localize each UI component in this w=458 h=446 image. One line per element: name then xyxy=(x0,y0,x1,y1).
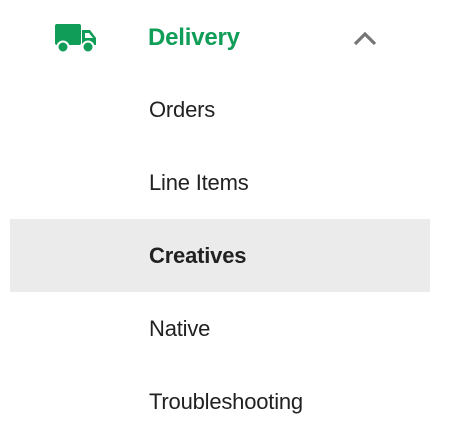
delivery-nav-menu: Delivery Orders Line Items Creatives Nat… xyxy=(0,0,458,446)
nav-item-creatives[interactable]: Creatives xyxy=(10,219,430,292)
chevron-up-icon[interactable] xyxy=(352,28,378,48)
nav-item-label: Line Items xyxy=(149,170,249,195)
nav-item-label: Creatives xyxy=(149,243,247,268)
nav-item-label: Orders xyxy=(149,97,216,122)
nav-item-label: Troubleshooting xyxy=(149,389,303,414)
nav-item-troubleshooting[interactable]: Troubleshooting xyxy=(10,365,430,438)
delivery-truck-icon xyxy=(55,24,96,54)
nav-item-orders[interactable]: Orders xyxy=(10,73,430,146)
nav-item-line-items[interactable]: Line Items xyxy=(10,146,430,219)
nav-item-native[interactable]: Native xyxy=(10,292,430,365)
delivery-section-title: Delivery xyxy=(148,24,240,51)
nav-item-label: Native xyxy=(149,316,211,341)
delivery-section-header[interactable]: Delivery xyxy=(0,0,430,76)
